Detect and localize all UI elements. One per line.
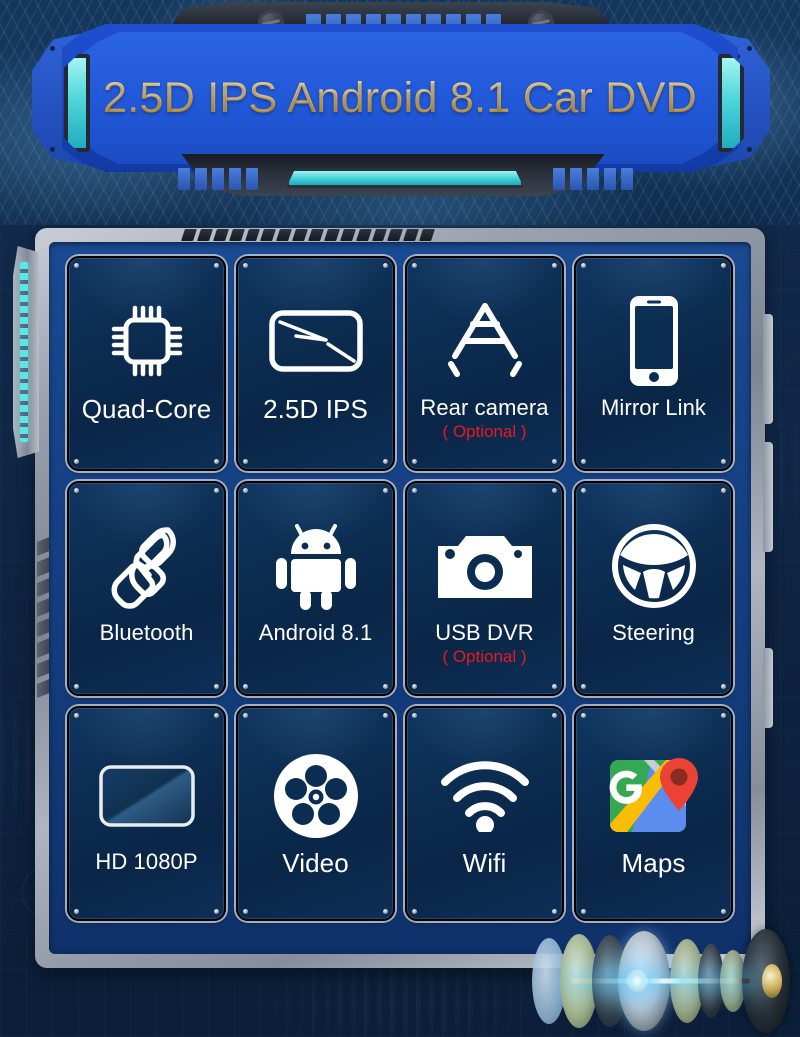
- feature-label: Android 8.1: [258, 620, 373, 645]
- feature-tile-2-5d-ips[interactable]: 2.5D IPS: [236, 256, 395, 471]
- feature-label: Bluetooth: [99, 620, 194, 645]
- phone-handset-icon: [105, 517, 189, 615]
- camera-icon: [436, 517, 534, 615]
- steering-wheel-icon: [610, 517, 698, 615]
- feature-optional-note: ( Optional ): [442, 647, 527, 667]
- panel-screen: Quad-Core 2.5D IPS Rear camera (Optiona…: [49, 242, 751, 954]
- panel-right-tab: [763, 648, 773, 728]
- feature-tile-video[interactable]: Video: [236, 706, 395, 921]
- banner-accent-right: [718, 54, 744, 152]
- feature-tile-maps[interactable]: Maps: [574, 706, 733, 921]
- feature-tile-wifi[interactable]: Wifi: [405, 706, 564, 921]
- banner-accent-left: [64, 54, 90, 152]
- feature-tile-rear-camera[interactable]: Rear camera ( Optional ): [405, 256, 564, 471]
- feature-label: 2.5D IPS: [263, 394, 368, 424]
- display-panel-icon: [97, 748, 197, 844]
- rear-camera-icon: [439, 292, 531, 390]
- feature-tile-usb-dvr[interactable]: USB DVR ( Optional ): [405, 481, 564, 696]
- banner-cyan-strip: [286, 168, 524, 188]
- panel-right-tab: [763, 314, 773, 424]
- feature-label: USB DVR: [435, 620, 534, 645]
- feature-optional-note: ( Optional ): [442, 422, 527, 442]
- feature-label: Video: [282, 848, 349, 878]
- android-robot-icon: [274, 517, 358, 615]
- device-panel: Quad-Core 2.5D IPS Rear camera (Optiona…: [13, 228, 773, 968]
- wifi-icon: [437, 748, 533, 844]
- banner-teeth-bottom-right: [553, 168, 633, 190]
- banner-teeth-bottom-left: [178, 168, 258, 190]
- feature-tile-quad-core[interactable]: Quad-Core: [67, 256, 226, 471]
- feature-label: Wifi: [462, 848, 507, 878]
- film-reel-icon: [272, 748, 360, 844]
- feature-label: HD 1080P: [95, 849, 198, 874]
- google-maps-icon: [604, 748, 704, 844]
- panel-top-vent-grille: [181, 229, 435, 241]
- panel-rail-glow-strip: [20, 262, 28, 442]
- feature-grid: Quad-Core 2.5D IPS Rear camera (Optiona…: [67, 256, 733, 921]
- feature-tile-steering[interactable]: Steering: [574, 481, 733, 696]
- feature-tile-bluetooth[interactable]: Bluetooth: [67, 481, 226, 696]
- feature-label: Rear camera: [420, 395, 549, 420]
- banner-title: 2.5D IPS Android 8.1 Car DVD: [103, 73, 697, 122]
- ips-screen-icon: [266, 292, 366, 390]
- banner-plate-inner: 2.5D IPS Android 8.1 Car DVD: [80, 32, 720, 164]
- feature-label: Maps: [621, 848, 686, 878]
- feature-tile-android[interactable]: Android 8.1: [236, 481, 395, 696]
- panel-right-tab: [763, 442, 773, 552]
- header-banner: 2.5D IPS Android 8.1 Car DVD: [18, 2, 782, 202]
- feature-tile-mirror-link[interactable]: Mirror Link: [574, 256, 733, 471]
- cpu-chip-icon: [104, 292, 190, 390]
- smartphone-icon: [625, 292, 683, 390]
- feature-label: Quad-Core: [81, 394, 212, 424]
- feature-label: Steering: [612, 620, 695, 645]
- feature-tile-hd-1080p[interactable]: HD 1080P: [67, 706, 226, 921]
- feature-label: Mirror Link: [601, 395, 706, 420]
